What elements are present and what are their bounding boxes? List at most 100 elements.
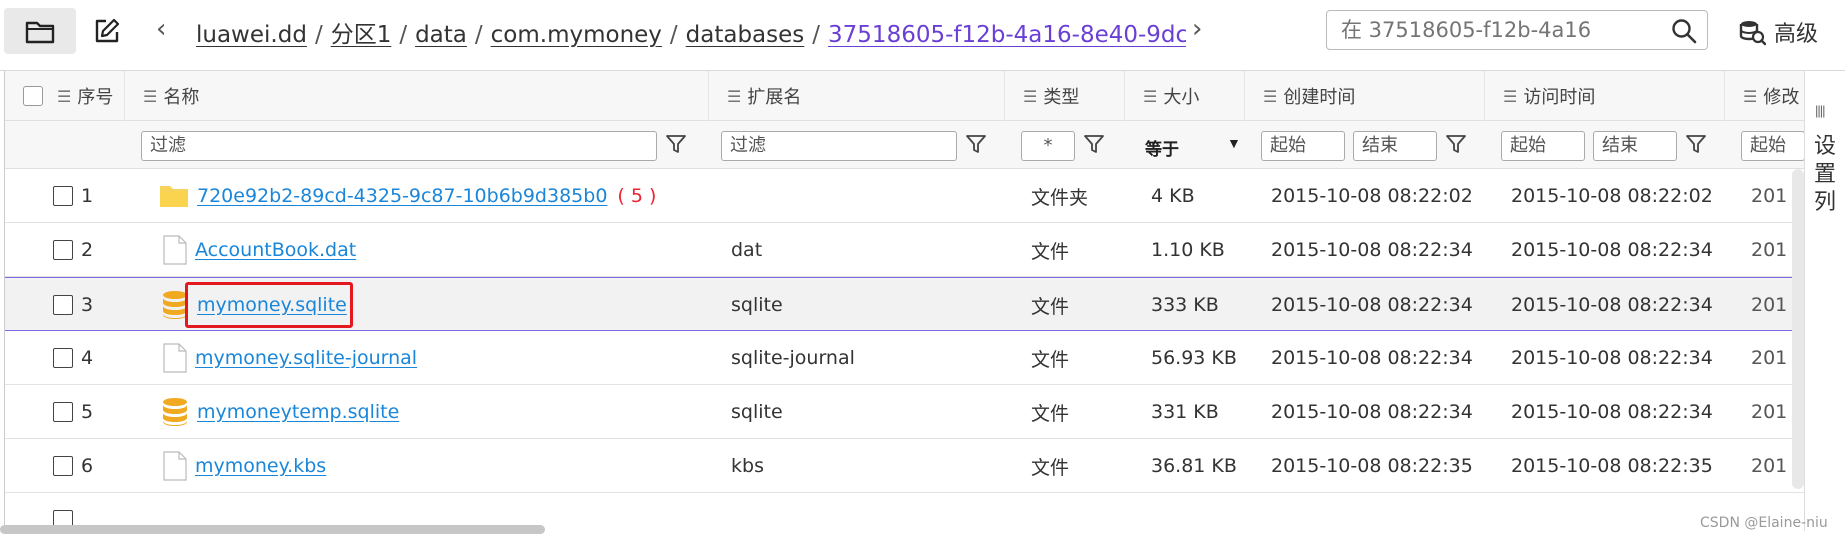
name-filter-input[interactable]: 过滤: [141, 131, 657, 161]
breadcrumb-item[interactable]: luawei.dd: [196, 22, 307, 47]
dropdown-caret-icon[interactable]: ▼: [1227, 135, 1241, 151]
row-checkbox[interactable]: [53, 295, 73, 315]
accessed-cell: 2015-10-08 08:22:02: [1511, 185, 1713, 207]
column-header-type[interactable]: ☰ 类型: [1005, 71, 1125, 121]
accessed-cell: 2015-10-08 08:22:34: [1511, 239, 1713, 261]
search-box: [1326, 10, 1708, 50]
type-filter-input[interactable]: *: [1021, 131, 1075, 161]
column-header-label: 类型: [1043, 87, 1080, 108]
accessed-start-input[interactable]: 起始: [1501, 131, 1585, 161]
filter-icon[interactable]: [1685, 133, 1707, 155]
table-row[interactable]: 6 mymoney.kbs kbs 文件 36.81 KB 2015-10-08…: [5, 439, 1804, 493]
column-menu-icon[interactable]: ☰: [1263, 87, 1277, 106]
row-checkbox[interactable]: [53, 240, 73, 260]
created-start-input[interactable]: 起始: [1261, 131, 1345, 161]
table-row[interactable]: 2 AccountBook.dat dat 文件 1.10 KB 2015-10…: [5, 223, 1804, 277]
column-settings-label[interactable]: 设置列: [1811, 133, 1839, 217]
modified-start-input[interactable]: 起始: [1741, 131, 1804, 161]
breadcrumb-separator: /: [812, 22, 821, 47]
column-header-label: 序号: [77, 87, 114, 108]
modified-cell: 201: [1751, 347, 1788, 369]
breadcrumb-item[interactable]: data: [415, 22, 467, 47]
size-operator-select[interactable]: 等于: [1145, 135, 1179, 160]
advanced-search-label: 高级: [1774, 22, 1819, 47]
file-name-link[interactable]: mymoney.sqlite-journal: [195, 347, 417, 369]
breadcrumb-item[interactable]: databases: [686, 22, 805, 47]
advanced-search-button[interactable]: 高级: [1738, 16, 1818, 48]
size-cell: 333 KB: [1151, 294, 1219, 316]
row-checkbox[interactable]: [53, 348, 73, 368]
extension-cell: sqlite: [731, 401, 783, 423]
filter-icon[interactable]: [1445, 133, 1467, 155]
search-icon[interactable]: [1671, 18, 1697, 44]
modified-cell: 201: [1751, 455, 1788, 477]
file-name-link[interactable]: AccountBook.dat: [195, 239, 356, 261]
accessed-end-input[interactable]: 结束: [1593, 131, 1677, 161]
breadcrumb-separator: /: [474, 22, 483, 47]
row-index: 1: [81, 185, 94, 207]
extension-cell: dat: [731, 239, 763, 261]
grip-icon[interactable]: ||||: [1815, 103, 1825, 118]
column-settings-panel[interactable]: |||| 设置列: [1804, 71, 1845, 531]
column-header-name[interactable]: ☰ 名称: [125, 71, 709, 121]
column-header-modified[interactable]: ☰ 修改: [1725, 71, 1804, 121]
breadcrumb-item[interactable]: 分区1: [331, 22, 392, 47]
column-header-created[interactable]: ☰ 创建时间: [1245, 71, 1485, 121]
column-header-label: 访问时间: [1523, 87, 1596, 108]
watermark: CSDN @Elaine-niu: [1700, 515, 1828, 531]
filter-icon[interactable]: [965, 133, 987, 155]
vertical-scrollbar[interactable]: [1792, 169, 1804, 489]
breadcrumb-separator: /: [314, 22, 323, 47]
row-checkbox[interactable]: [53, 402, 73, 422]
size-cell: 56.93 KB: [1151, 347, 1237, 369]
column-menu-icon[interactable]: ☰: [727, 87, 741, 106]
size-cell: 4 KB: [1151, 185, 1195, 207]
created-end-input[interactable]: 结束: [1353, 131, 1437, 161]
forward-arrow-icon[interactable]: ›: [1192, 14, 1202, 44]
table-row[interactable]: 5 mymoneytemp.sqlite sqlite 文件 331 KB 20…: [5, 385, 1804, 439]
select-all-checkbox[interactable]: [23, 86, 43, 106]
column-menu-icon[interactable]: ☰: [1503, 87, 1517, 106]
breadcrumb-current[interactable]: 37518605-f12b-4a16-8e40-9dc7a4f96d79: [828, 22, 1186, 47]
column-header-index[interactable]: ☰ 序号: [5, 71, 125, 121]
row-index: 4: [81, 347, 94, 369]
column-menu-icon[interactable]: ☰: [1743, 87, 1757, 106]
column-menu-icon[interactable]: ☰: [57, 87, 71, 106]
column-menu-icon[interactable]: ☰: [1023, 87, 1037, 106]
back-arrow-icon[interactable]: ‹: [156, 14, 166, 44]
edit-path-button[interactable]: [72, 8, 142, 54]
top-toolbar: ‹ luawei.dd / 分区1 / data / com.mymoney / databas…: [0, 0, 1845, 60]
row-checkbox[interactable]: [53, 186, 73, 206]
folder-view-button[interactable]: [4, 8, 76, 54]
modified-cell: 201: [1751, 401, 1788, 423]
breadcrumb-item[interactable]: com.mymoney: [491, 22, 662, 47]
file-name-link[interactable]: mymoney.kbs: [195, 455, 326, 477]
table-row[interactable]: 4 mymoney.sqlite-journal sqlite-journal …: [5, 331, 1804, 385]
filter-row: 过滤 过滤 * 等于 ▼ 起始 结束 起始 结束 起始: [5, 121, 1804, 169]
column-header-accessed[interactable]: ☰ 访问时间: [1485, 71, 1725, 121]
horizontal-scrollbar[interactable]: [0, 522, 1845, 536]
table-row-selected[interactable]: 3 mymoney.sqlite sqlite 文件 333 KB 2015-1…: [5, 277, 1804, 331]
table-grid: ☰ 序号 ☰ 名称 ☰ 扩展名 ☰ 类型 ☰ 大小 ☰ 创建时间 ☰ 访问时间 …: [4, 71, 1804, 531]
modified-cell: 201: [1751, 294, 1788, 316]
created-cell: 2015-10-08 08:22:34: [1271, 401, 1473, 423]
breadcrumb-separator: /: [669, 22, 678, 47]
row-checkbox[interactable]: [53, 456, 73, 476]
column-menu-icon[interactable]: ☰: [1143, 87, 1157, 106]
column-menu-icon[interactable]: ☰: [143, 87, 157, 106]
table-row[interactable]: 1 720e92b2-89cd-4325-9c87-10b6b9d385b0 (…: [5, 169, 1804, 223]
column-header-extension[interactable]: ☰ 扩展名: [709, 71, 1005, 121]
type-cell: 文件: [1031, 240, 1070, 263]
filter-icon[interactable]: [1083, 133, 1105, 155]
size-cell: 331 KB: [1151, 401, 1219, 423]
scrollbar-thumb[interactable]: [0, 525, 545, 534]
column-header-size[interactable]: ☰ 大小: [1125, 71, 1245, 121]
table-header: ☰ 序号 ☰ 名称 ☰ 扩展名 ☰ 类型 ☰ 大小 ☰ 创建时间 ☰ 访问时间 …: [5, 71, 1804, 121]
filter-icon[interactable]: [665, 133, 687, 155]
type-cell: 文件: [1031, 348, 1070, 371]
search-input[interactable]: [1341, 18, 1641, 42]
file-name-link[interactable]: mymoneytemp.sqlite: [197, 401, 399, 423]
extension-filter-input[interactable]: 过滤: [721, 131, 957, 161]
file-name-link[interactable]: 720e92b2-89cd-4325-9c87-10b6b9d385b0: [197, 185, 607, 207]
column-header-label: 修改: [1763, 87, 1800, 108]
